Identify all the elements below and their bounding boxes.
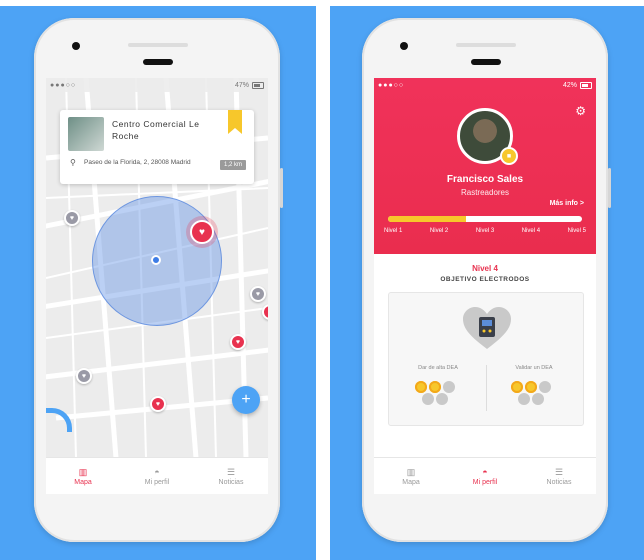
map-icon: ▥	[78, 466, 88, 477]
screenshot-map: ♥ ♥ ♥ ♥ ♥ ♥ ♥ + Centro Comercial Le Roch…	[0, 0, 320, 560]
objective-title: OBJETIVO ELECTRODOS	[440, 276, 530, 283]
tab-news[interactable]: ☰ Noticias	[522, 458, 596, 494]
map-icon: ▥	[406, 466, 416, 477]
tab-bar: ▥ Mapa ◓ Mi perfil ☰ Noticias	[374, 457, 596, 494]
defibrillator-heart-icon	[463, 307, 511, 349]
coin-pending-icon	[443, 381, 455, 393]
coin-earned-icon	[511, 381, 523, 393]
goal-label: Validar un DEA	[515, 365, 553, 371]
volume-button	[608, 168, 611, 208]
current-level-title: Nivel 4	[472, 264, 498, 273]
level-progress-fill	[388, 216, 466, 222]
battery-percent: 42%	[562, 81, 577, 89]
camera-icon	[400, 42, 408, 50]
status-bar: ●●●○○ 47%	[46, 78, 268, 92]
tab-map[interactable]: ▥ Mapa	[46, 458, 120, 494]
my-location-icon	[151, 255, 161, 265]
add-button[interactable]: +	[232, 386, 260, 414]
status-bar: ●●●○○ 42%	[374, 78, 596, 92]
coin-pending-icon	[532, 393, 544, 405]
tab-news[interactable]: ☰ Noticias	[194, 458, 268, 494]
tab-label: Noticias	[546, 478, 572, 486]
gear-icon[interactable]: ⚙	[575, 104, 586, 118]
tab-label: Mapa	[402, 478, 420, 486]
battery-icon	[580, 81, 592, 89]
map-view[interactable]: ♥ ♥ ♥ ♥ ♥ ♥ ♥ + Centro Comercial Le Roch…	[46, 78, 268, 458]
level-label: Nivel 1	[384, 228, 403, 234]
selected-defibrillator-marker-icon[interactable]: ♥	[190, 220, 214, 244]
level-progress-bar	[388, 216, 582, 222]
news-icon: ☰	[226, 466, 236, 477]
coin-pending-icon	[518, 393, 530, 405]
profile-icon: ◓	[482, 466, 488, 477]
coin-pending-icon	[539, 381, 551, 393]
divider	[486, 365, 487, 411]
screenshot-profile: ●●●○○ 42% ⚙ ■ Francisco Sales Rastreador…	[326, 0, 644, 560]
camera-icon	[72, 42, 80, 50]
user-role: Rastreadores	[460, 188, 510, 197]
tab-bar: ▥ Mapa ◓ Mi perfil ☰ Noticias	[46, 457, 268, 494]
camera-badge-icon[interactable]: ■	[500, 147, 518, 165]
signal-icon: ●●●○○	[50, 81, 77, 89]
speaker	[471, 59, 501, 65]
defibrillator-marker-icon[interactable]: ♥	[250, 286, 266, 302]
defibrillator-marker-icon[interactable]: ♥	[230, 334, 246, 350]
objective-card: Dar de alta DEA Validar un DEA	[388, 292, 584, 426]
phone-frame: ♥ ♥ ♥ ♥ ♥ ♥ ♥ + Centro Comercial Le Roch…	[34, 18, 283, 542]
bookmark-icon[interactable]	[228, 110, 242, 134]
map-screen: ♥ ♥ ♥ ♥ ♥ ♥ ♥ + Centro Comercial Le Roch…	[46, 78, 268, 494]
tab-label: Mapa	[74, 478, 92, 486]
sensor	[456, 43, 516, 47]
profile-header: ●●●○○ 42% ⚙ ■ Francisco Sales Rastreador…	[374, 78, 596, 254]
coin-earned-icon	[429, 381, 441, 393]
battery-icon	[252, 81, 264, 89]
defibrillator-marker-icon[interactable]: ♥	[150, 396, 166, 412]
tab-profile[interactable]: ◓ Mi perfil	[448, 458, 522, 494]
coin-pending-icon	[436, 393, 448, 405]
phone-frame: ●●●○○ 42% ⚙ ■ Francisco Sales Rastreador…	[362, 18, 611, 542]
coin-pending-icon	[422, 393, 434, 405]
tab-label: Mi perfil	[144, 478, 170, 486]
coin-earned-icon	[525, 381, 537, 393]
defibrillator-marker-icon[interactable]: ♥	[64, 210, 80, 226]
distance-badge: 1,2 km	[219, 160, 246, 170]
signal-icon: ●●●○○	[378, 81, 405, 89]
place-address: Paseo de la Florida, 2, 28008 Madrid	[84, 159, 191, 166]
user-name: Francisco Sales	[446, 174, 524, 185]
place-card[interactable]: Centro Comercial Le Roche ⚲ Paseo de la …	[60, 110, 254, 184]
goal-label: Dar de alta DEA	[418, 365, 458, 371]
level-label: Nivel 5	[567, 228, 586, 234]
tab-label: Noticias	[218, 478, 244, 486]
coin-earned-icon	[415, 381, 427, 393]
defibrillator-marker-icon[interactable]: ♥	[76, 368, 92, 384]
tab-map[interactable]: ▥ Mapa	[374, 458, 448, 494]
level-label: Nivel 2	[429, 228, 449, 234]
news-icon: ☰	[554, 466, 564, 477]
profile-icon: ◓	[154, 466, 160, 477]
place-photo	[68, 117, 104, 151]
more-info-link[interactable]: Más info >	[550, 200, 584, 207]
level-label: Nivel 4	[521, 228, 541, 234]
volume-button	[280, 168, 283, 208]
tab-label: Mi perfil	[472, 478, 498, 486]
tab-profile[interactable]: ◓ Mi perfil	[120, 458, 194, 494]
sensor	[128, 43, 188, 47]
speaker	[143, 59, 173, 65]
level-labels: Nivel 1 Nivel 2 Nivel 3 Nivel 4 Nivel 5	[384, 228, 586, 234]
location-pin-icon: ⚲	[70, 158, 76, 167]
profile-screen: ●●●○○ 42% ⚙ ■ Francisco Sales Rastreador…	[374, 78, 596, 494]
place-name: Centro Comercial Le Roche	[112, 119, 200, 141]
level-label: Nivel 3	[475, 228, 495, 234]
battery-percent: 47%	[234, 81, 249, 89]
